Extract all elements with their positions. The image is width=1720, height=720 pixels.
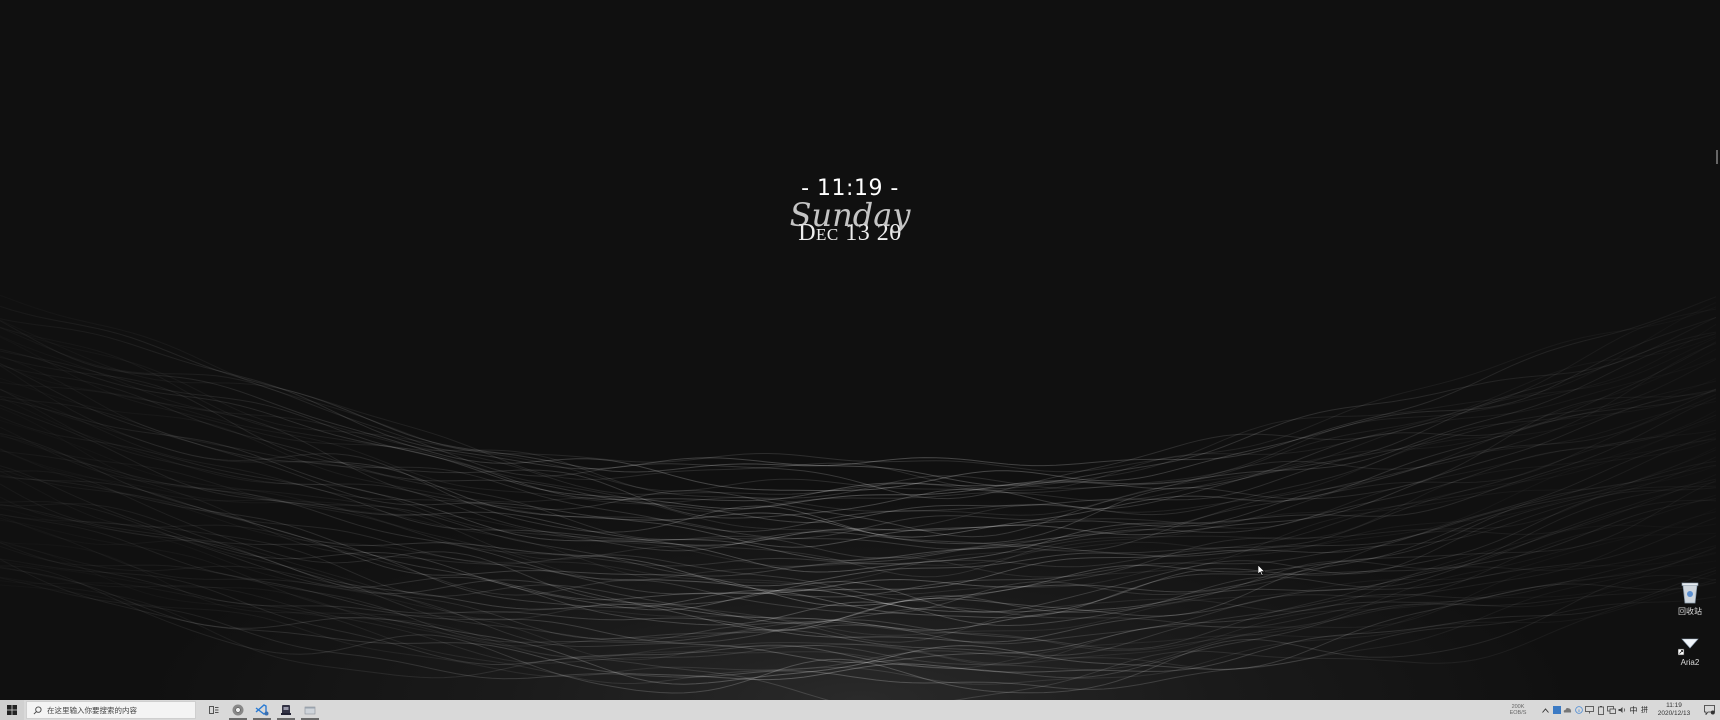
wallpaper-wave-line [0,331,1717,502]
info-circle-icon [1574,706,1583,714]
tray-battery[interactable] [1595,700,1606,720]
notification-icon [1703,705,1715,715]
wallpaper-wave-line [0,456,1717,598]
taskbar-app-vscode[interactable] [250,700,274,720]
tray-app-blue[interactable] [1551,700,1562,720]
clock-widget: - 11:19 - Sunday Dec 13 20 [760,176,940,245]
volume-icon [1618,707,1626,713]
wallpaper-waves [0,294,1717,700]
search-icon [33,705,42,714]
show-hidden-icons-button[interactable] [1540,700,1551,720]
search-input[interactable]: 在这里输入你要搜索的内容 [26,701,196,719]
wallpaper-wave-line [0,558,1717,679]
tray-onedrive[interactable] [1562,700,1573,720]
wallpaper-wave-line [0,294,1717,473]
tray-info[interactable] [1573,700,1584,720]
system-tray: 200K EOB/S 中 拼 11:19 2020/12/13 [1496,700,1720,720]
taskbar-app-chrome[interactable] [226,700,250,720]
recycle-bin-icon [1681,582,1699,604]
app-icon [281,705,291,715]
window-icon [304,706,316,715]
desktop-icon-label: 回收站 [1678,607,1702,616]
edge-scroll-marker [1716,150,1718,164]
taskbar-clock-time: 11:19 [1666,702,1682,709]
chrome-icon [232,704,244,716]
taskbar-clock[interactable]: 11:19 2020/12/13 [1654,702,1694,718]
desktop-icon-label: Aria2 [1680,658,1700,667]
aria2-icon [1678,638,1699,656]
monitor-icon [1585,706,1594,714]
wallpaper-wave-line [0,577,1717,690]
tray-volume[interactable] [1617,700,1628,720]
desktop: - 11:19 - Sunday Dec 13 20 回收站 Aria2 [0,0,1720,700]
tray-ime-mode[interactable]: 拼 [1639,700,1650,720]
wallpaper-wave-line [0,565,1717,694]
mouse-cursor-icon [1258,565,1266,576]
start-button[interactable] [0,700,24,720]
blue-app-icon [1552,706,1561,714]
clock-day: Sunday [789,196,911,234]
tray-monitor[interactable] [1584,700,1595,720]
search-placeholder: 在这里输入你要搜索的内容 [47,705,137,715]
task-view-button[interactable] [202,700,226,720]
taskbar: 在这里输入你要搜索的内容 200K EOB/S 中 拼 11:19 2020/1… [0,700,1720,720]
battery-icon [1597,705,1604,715]
wallpaper-wave-line [0,464,1717,607]
taskbar-app[interactable] [274,700,298,720]
download-speed: EOB/S [1509,710,1527,716]
taskbar-clock-date: 2020/12/13 [1657,710,1691,717]
network-speed: 200K EOB/S [1496,704,1540,716]
wallpaper-wave-line [0,433,1717,568]
desktop-icon-recycle-bin[interactable]: 回收站 [1670,580,1710,617]
cloud-icon [1563,708,1572,713]
task-view-icon [209,706,219,714]
chevron-up-icon [1542,707,1549,713]
taskbar-app-window[interactable] [298,700,322,720]
network-icon [1607,706,1616,714]
windows-logo-icon [7,705,17,715]
action-center-button[interactable] [1698,700,1720,720]
tray-network[interactable] [1606,700,1617,720]
tray-ime-language[interactable]: 中 [1628,700,1639,720]
desktop-icon-aria2[interactable]: Aria2 [1670,636,1710,667]
vscode-icon [255,704,269,716]
